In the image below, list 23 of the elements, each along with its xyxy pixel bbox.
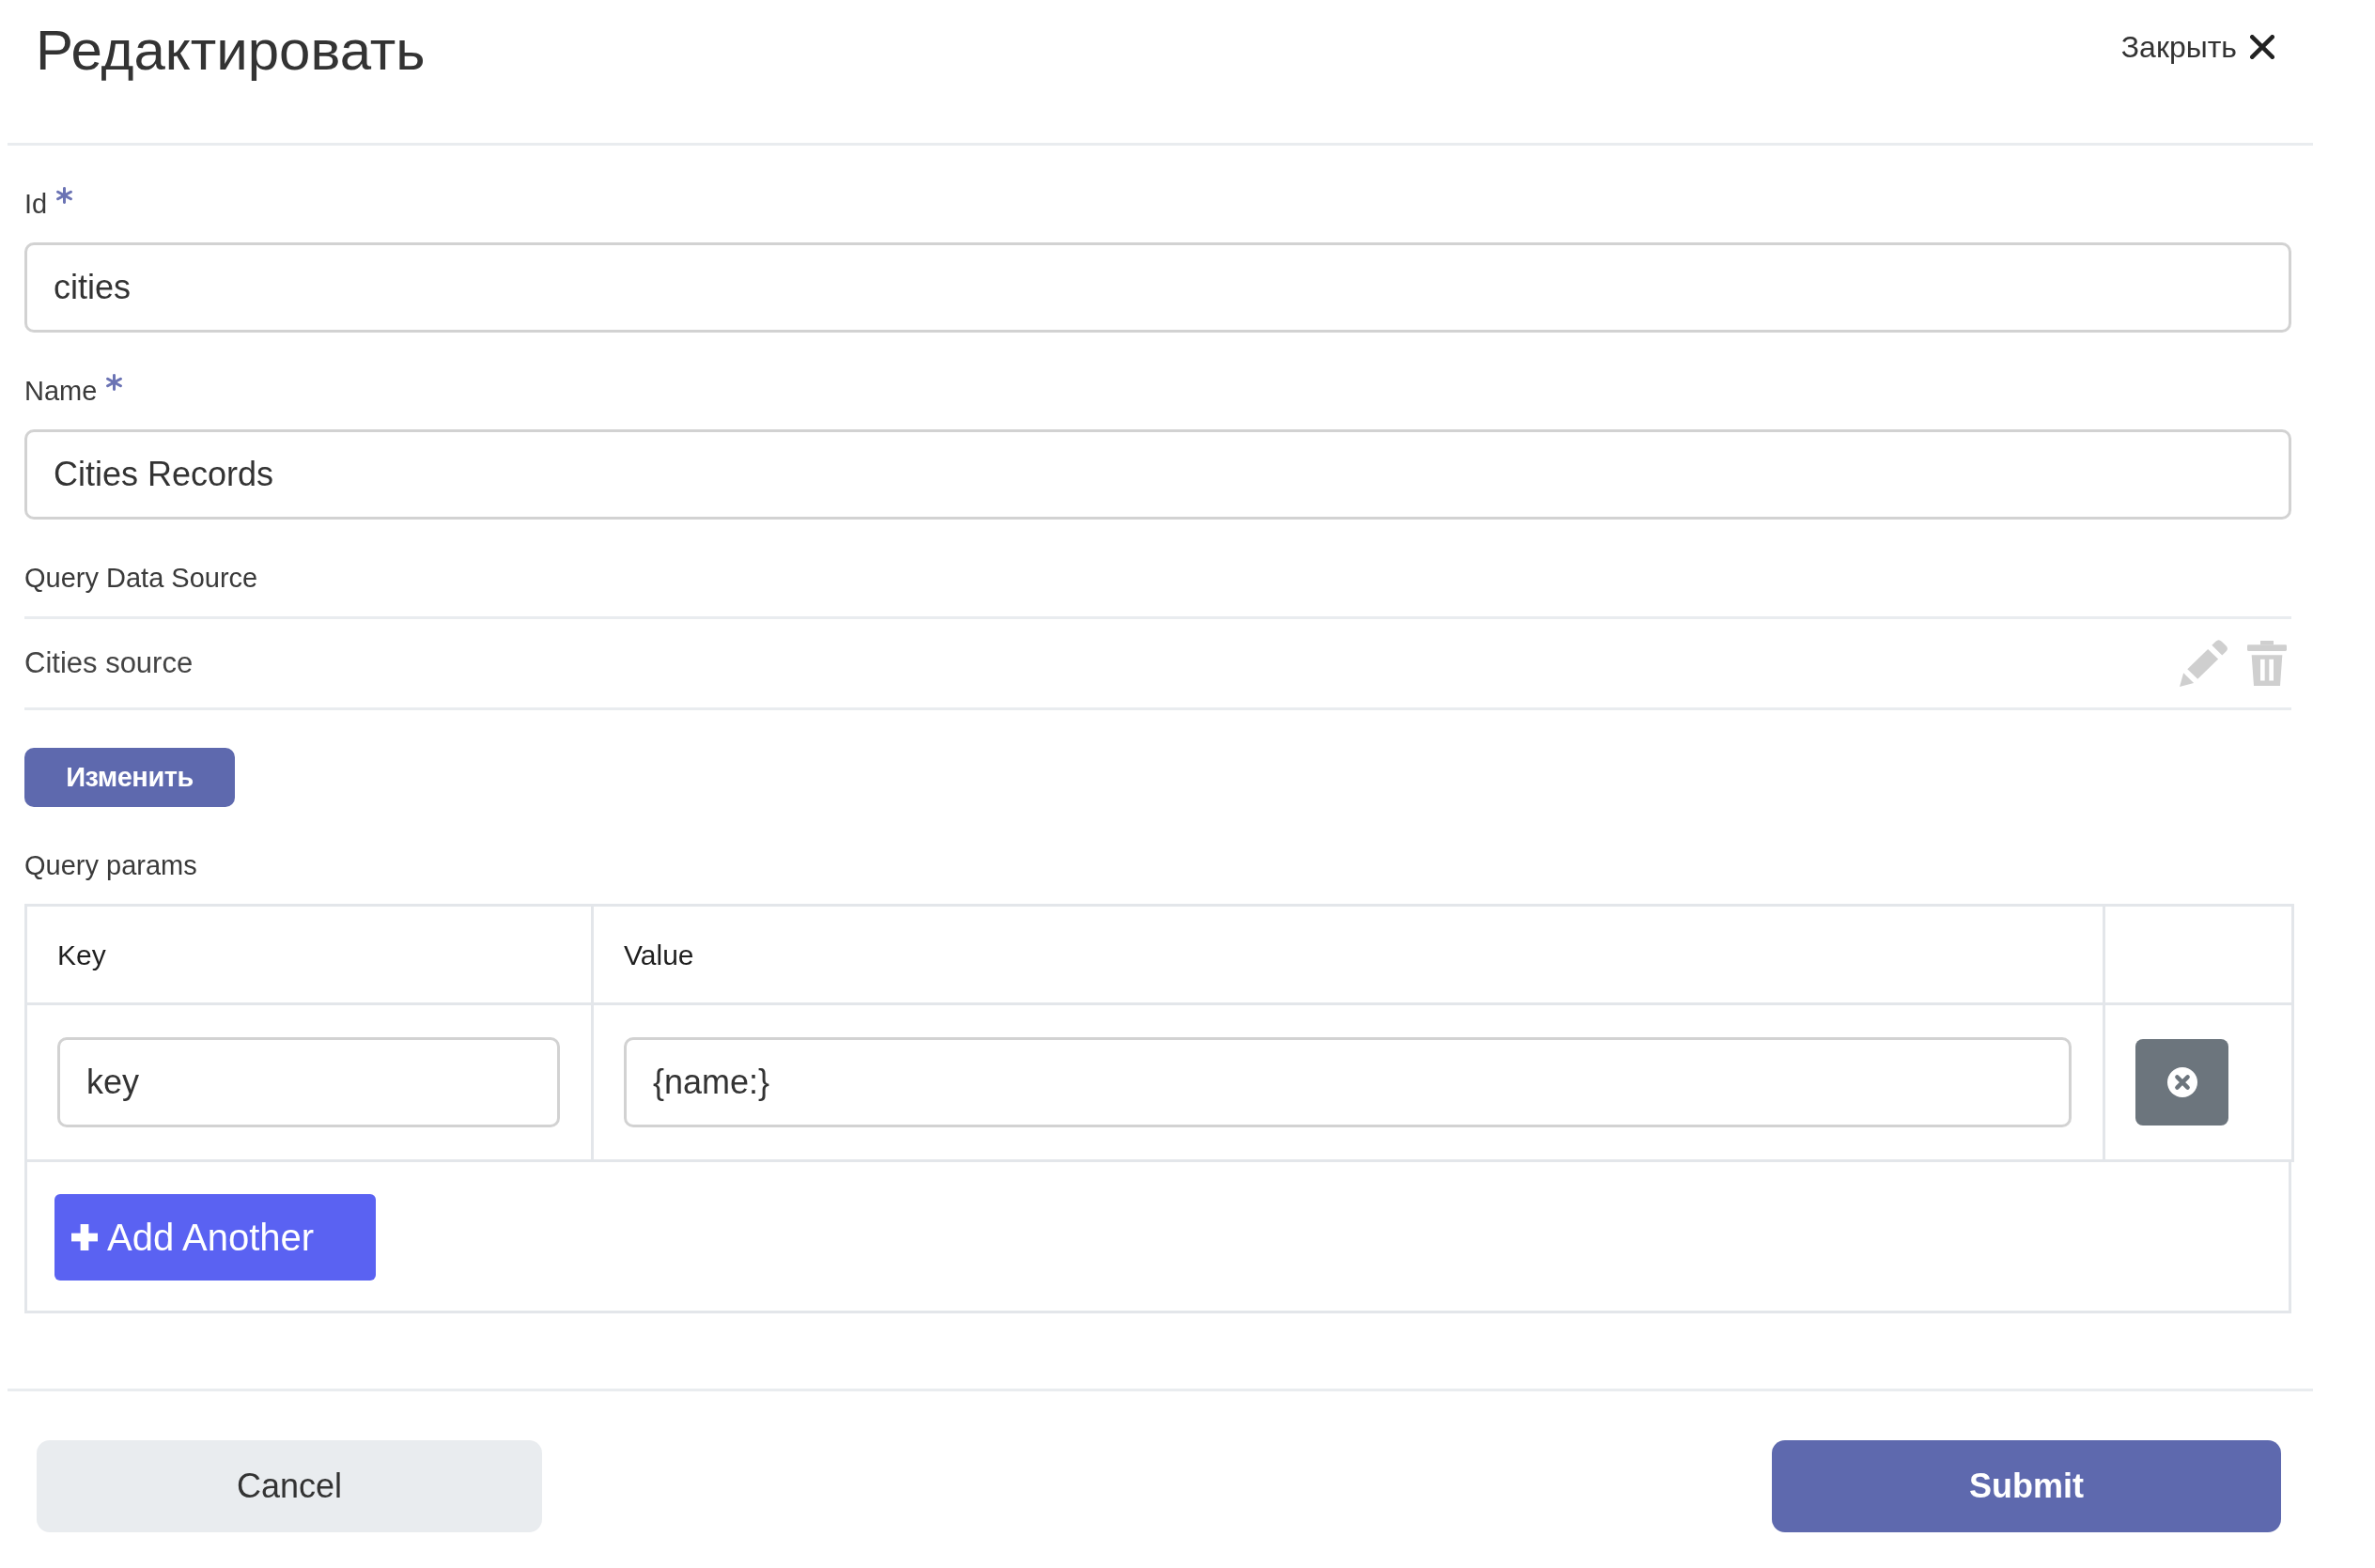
close-button[interactable]: Закрыть: [2120, 28, 2274, 66]
column-header: Value: [592, 905, 2104, 1004]
section-label: Query params: [24, 849, 197, 882]
change-button[interactable]: Изменить: [24, 748, 235, 807]
dialog-title: Редактировать: [36, 18, 426, 84]
column-header: Key: [25, 905, 593, 1004]
field-label: Name: [24, 375, 98, 408]
plus-icon: [71, 1224, 98, 1250]
pencil-icon[interactable]: [2180, 639, 2228, 688]
close-icon: [2250, 35, 2274, 59]
cancel-button[interactable]: Cancel: [37, 1440, 542, 1532]
value-input[interactable]: {name:}: [624, 1037, 2072, 1127]
text-input[interactable]: cities: [24, 242, 2291, 333]
key-input[interactable]: key: [57, 1037, 560, 1127]
text-input[interactable]: Cities Records: [24, 429, 2291, 520]
submit-button[interactable]: Submit: [1772, 1440, 2281, 1532]
trash-icon[interactable]: [2247, 641, 2287, 686]
add-another-button[interactable]: Add Another: [54, 1194, 376, 1281]
data-source-name: Cities source: [24, 645, 194, 681]
section-label: Query Data Source: [24, 562, 258, 595]
remove-row-button[interactable]: [2135, 1039, 2228, 1126]
field-label: Id: [24, 188, 48, 221]
x-circle-icon: [2166, 1067, 2197, 1097]
